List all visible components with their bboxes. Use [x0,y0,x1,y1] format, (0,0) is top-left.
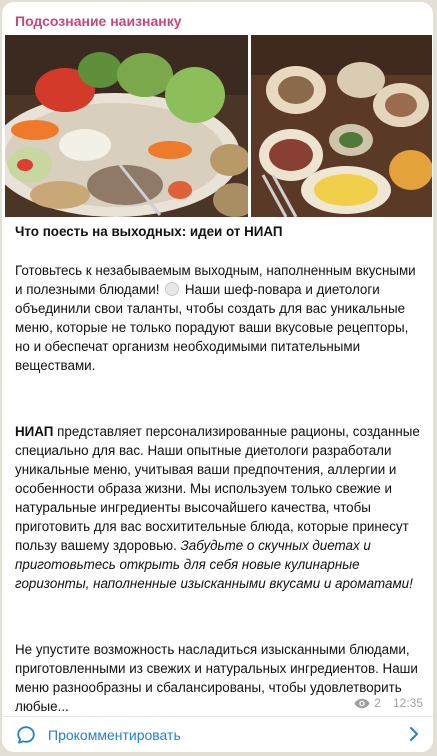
chevron-right-icon [410,727,418,741]
brand-name-bold: НИАП [15,424,54,439]
vegetables-platter-photo[interactable] [5,35,248,217]
channel-name[interactable]: Подсознание наизнанку [15,13,182,29]
dinner-table-photo[interactable] [251,35,432,217]
plate-with-cutlery-emoji-icon [165,282,180,296]
views-count: 2 [374,696,381,710]
eye-icon [354,698,370,708]
comment-bubble-icon [17,726,35,744]
post-meta: 2 12:35 [354,696,423,710]
comment-label: Прокомментировать [48,727,181,743]
post-paragraph-2: НИАП представляет персонализированные ра… [15,422,423,593]
post-title: Что поесть на выходных: идеи от НИАП [15,224,283,239]
comment-button[interactable]: Прокомментировать [2,717,433,752]
post-paragraph-1: Готовьтесь к незабываемым выходным, напо… [15,261,423,375]
p2-text: представляет персонализированные рационы… [15,424,420,553]
channel-post: Подсознание наизнанку Что поесть на выхо… [2,2,433,752]
post-time: 12:35 [392,696,423,710]
